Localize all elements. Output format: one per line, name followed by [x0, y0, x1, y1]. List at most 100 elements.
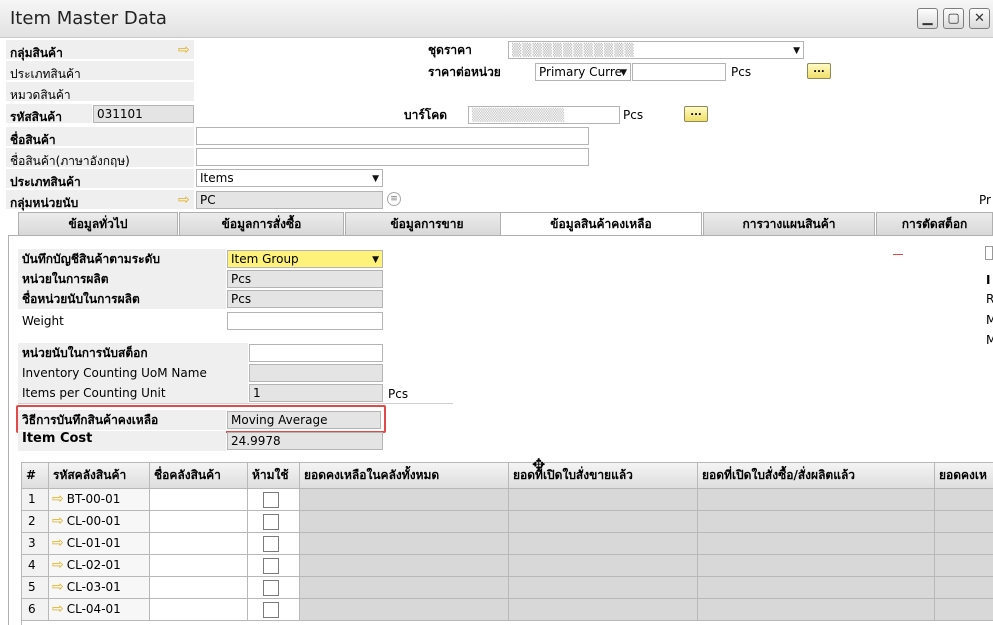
price-list-dropdown[interactable]: ▒▒▒▒▒▒▒▒▒▒▒▒: [508, 41, 804, 59]
close-button[interactable]: ✕: [969, 8, 990, 29]
link-arrow-icon[interactable]: ⇨: [49, 491, 67, 507]
grid-row-num[interactable]: 5: [22, 577, 49, 599]
link-arrow-icon[interactable]: ⇨: [49, 579, 67, 595]
grid-row-name[interactable]: [150, 511, 248, 533]
item-kind-dropdown[interactable]: Items: [196, 169, 383, 187]
grid-row-code[interactable]: ⇨ CL-00-01: [49, 511, 150, 533]
grid-row-in-stock: [300, 533, 509, 555]
grid-row-ordered: [698, 599, 935, 621]
grid-header-available[interactable]: ยอดคงเห: [935, 463, 993, 489]
grid-row-locked[interactable]: [248, 511, 300, 533]
grid-row-ordered: [698, 555, 935, 577]
items-per-counting-field[interactable]: 1: [249, 384, 383, 402]
grid-row-name[interactable]: [150, 489, 248, 511]
item-name-en-field[interactable]: [196, 148, 589, 166]
price-ellipsis-button[interactable]: ...: [807, 63, 831, 79]
currency-dropdown[interactable]: Primary Curre: [535, 63, 631, 81]
locked-checkbox[interactable]: [263, 558, 279, 574]
item-kind-label: ประเภทสินค้า: [6, 169, 194, 189]
right-letter-1: I: [986, 273, 991, 287]
gl-method-dropdown[interactable]: Item Group: [227, 250, 383, 268]
grid-row-locked[interactable]: [248, 489, 300, 511]
link-arrow-icon[interactable]: ⇨: [49, 535, 67, 551]
prod-unit-name-field[interactable]: Pcs: [227, 290, 383, 308]
maximize-icon: ▢: [947, 11, 960, 26]
barcode-ellipsis-button[interactable]: ...: [684, 106, 708, 122]
uom-group-field[interactable]: PC: [196, 191, 383, 209]
grid-row-available: [935, 599, 993, 621]
tab-stock-deduction[interactable]: การตัดสต็อก: [876, 212, 993, 236]
item-code-label: รหัสสินค้า: [6, 104, 92, 124]
grid-row-code[interactable]: ⇨ CL-02-01: [49, 555, 150, 577]
grid-row-available: [935, 489, 993, 511]
uom-group-label: กลุ่มหน่วยนับ: [6, 190, 194, 210]
grid-row-name[interactable]: [150, 577, 248, 599]
locked-checkbox[interactable]: [263, 514, 279, 530]
minimize-button[interactable]: ▁: [917, 8, 938, 29]
prod-unit-label: หน่วยในการผลิต: [22, 272, 109, 286]
prod-unit-name-label: ชื่อหน่วยนับในการผลิต: [22, 292, 140, 306]
grid-header-in-stock[interactable]: ยอดคงเหลือในคลังทั้งหมด: [300, 463, 509, 489]
grid-header-locked[interactable]: ห้ามใช้: [248, 463, 300, 489]
counting-uom-name-field[interactable]: [249, 364, 383, 382]
link-arrow-icon[interactable]: ⇨: [49, 601, 67, 617]
tab-inventory[interactable]: ข้อมูลสินค้าคงเหลือ: [500, 212, 702, 236]
grid-row-code[interactable]: ⇨ CL-04-01: [49, 599, 150, 621]
weight-field[interactable]: [227, 312, 383, 330]
grid-row-num[interactable]: 2: [22, 511, 49, 533]
counting-unit-field[interactable]: [249, 344, 383, 362]
grid-row-num[interactable]: 1: [22, 489, 49, 511]
grid-row-locked[interactable]: [248, 555, 300, 577]
link-arrow-icon[interactable]: ⇨: [49, 557, 67, 573]
grid-header-code[interactable]: รหัสคลังสินค้า: [49, 463, 150, 489]
item-name-field[interactable]: [196, 127, 589, 145]
tab-sales[interactable]: ข้อมูลการขาย: [345, 212, 509, 236]
grid-row-num[interactable]: 4: [22, 555, 49, 577]
grid-row-locked[interactable]: [248, 533, 300, 555]
locked-checkbox[interactable]: [263, 492, 279, 508]
link-arrow-icon[interactable]: ⇨: [178, 43, 190, 57]
item-code-field[interactable]: 031101: [93, 105, 194, 123]
grid-row-name[interactable]: [150, 555, 248, 577]
tab-general[interactable]: ข้อมูลทั่วไป: [18, 212, 178, 236]
close-icon: ✕: [974, 11, 985, 26]
tab-purchasing[interactable]: ข้อมูลการสั่งซื้อ: [179, 212, 344, 236]
price-unit-label: Pcs: [731, 65, 752, 79]
link-arrow-icon[interactable]: ⇨: [178, 193, 190, 207]
tab-planning[interactable]: การวางแผนสินค้า: [703, 212, 875, 236]
unit-price-field[interactable]: [632, 63, 726, 81]
weight-label: Weight: [22, 314, 64, 328]
right-edge-label: Pr: [979, 193, 991, 207]
grid-row-name[interactable]: [150, 599, 248, 621]
locked-checkbox[interactable]: [263, 536, 279, 552]
locked-checkbox[interactable]: [263, 602, 279, 618]
grid-row-available: [935, 555, 993, 577]
grid-header-name[interactable]: ชื่อคลังสินค้า: [150, 463, 248, 489]
grid-row-locked[interactable]: [248, 577, 300, 599]
locked-checkbox[interactable]: [263, 580, 279, 596]
grid-row-available: [935, 577, 993, 599]
valuation-highlight-box: [16, 405, 386, 433]
grid-header-ordered[interactable]: ยอดที่เปิดใบสั่งซื้อ/สั่งผลิตแล้ว: [698, 463, 935, 489]
barcode-field[interactable]: ▒▒▒▒▒▒▒▒▒▒: [468, 106, 620, 124]
prod-unit-field[interactable]: Pcs: [227, 270, 383, 288]
grid-row-available: [935, 511, 993, 533]
link-arrow-icon[interactable]: ⇨: [49, 513, 67, 529]
info-icon[interactable]: ≡: [387, 192, 401, 206]
grid-row-num[interactable]: 3: [22, 533, 49, 555]
price-list-value-blurred: ▒▒▒▒▒▒▒▒▒▒▒▒: [512, 43, 635, 57]
grid-row-name[interactable]: [150, 533, 248, 555]
warehouse-code: CL-03-01: [66, 580, 121, 594]
grid-row-code[interactable]: ⇨ CL-01-01: [49, 533, 150, 555]
grid-row-code[interactable]: ⇨ CL-03-01: [49, 577, 150, 599]
maximize-button[interactable]: ▢: [943, 8, 964, 29]
grid-row-available: [935, 533, 993, 555]
right-letter-3: M: [986, 313, 993, 327]
right-field-edge[interactable]: [985, 246, 993, 260]
grid-header-num[interactable]: #: [22, 463, 49, 489]
items-per-counting-unit: Pcs: [388, 387, 409, 401]
grid-row-code[interactable]: ⇨ BT-00-01: [49, 489, 150, 511]
grid-row-num[interactable]: 6: [22, 599, 49, 621]
item-cost-field[interactable]: 24.9978: [227, 432, 383, 450]
grid-row-locked[interactable]: [248, 599, 300, 621]
